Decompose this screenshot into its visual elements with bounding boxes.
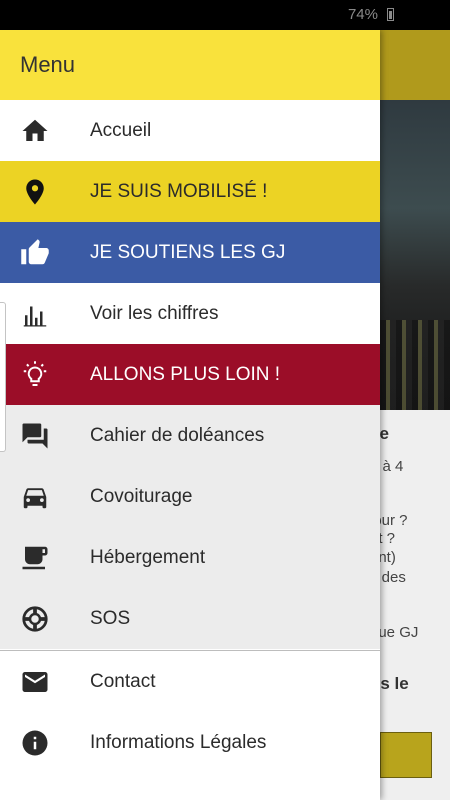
menu-item-cahier-de-doleances[interactable]: Cahier de doléances xyxy=(0,405,380,466)
battery-icon xyxy=(387,8,394,21)
menu-item-covoiturage[interactable]: Covoiturage xyxy=(0,466,380,527)
menu-item-hebergement[interactable]: Hébergement xyxy=(0,527,380,588)
home-icon xyxy=(19,116,51,146)
status-bar: 74% xyxy=(0,0,450,30)
background-text: it des xyxy=(380,569,406,586)
background-button xyxy=(380,732,432,778)
menu-item-label: Accueil xyxy=(90,120,152,141)
drawer-title: Menu xyxy=(20,52,76,77)
background-text: que GJ xyxy=(380,624,419,641)
menu-item-accueil[interactable]: Accueil xyxy=(0,100,380,161)
lifebuoy-icon xyxy=(19,604,51,634)
menu-item-allons-plus-loin[interactable]: ALLONS PLUS LOIN ! xyxy=(0,344,380,405)
menu-item-label: Voir les chiffres xyxy=(90,303,219,324)
background-text: ce xyxy=(380,424,389,443)
menu-item-label: SOS xyxy=(90,608,131,629)
menu-item-label: JE SOUTIENS LES GJ xyxy=(90,242,286,263)
coffee-cup-icon xyxy=(19,543,51,573)
background-text: nt ? xyxy=(380,530,396,547)
menu-item-je-suis-mobilise[interactable]: JE SUIS MOBILISÉ ! xyxy=(0,161,380,222)
menu-item-label: Informations Légales xyxy=(90,732,267,753)
menu-item-label: ALLONS PLUS LOIN ! xyxy=(90,364,281,385)
background-text: e à 4 xyxy=(380,458,404,475)
chat-bubbles-icon xyxy=(19,421,51,451)
menu-item-label: Covoiturage xyxy=(90,486,193,507)
bar-chart-icon xyxy=(19,299,51,329)
mail-icon xyxy=(19,667,51,697)
background-text: jour ? xyxy=(380,512,408,529)
location-pin-icon xyxy=(19,177,51,207)
thumbs-up-icon xyxy=(19,238,51,268)
info-icon xyxy=(19,728,51,758)
drawer-edge-handle[interactable] xyxy=(0,302,6,452)
lightbulb-icon xyxy=(19,360,51,390)
menu-item-label: Cahier de doléances xyxy=(90,425,265,446)
menu-item-label: Hébergement xyxy=(90,547,206,568)
car-icon xyxy=(19,482,51,512)
background-photo xyxy=(380,100,450,410)
background-app-bar xyxy=(380,30,450,100)
menu-item-voir-les-chiffres[interactable]: Voir les chiffres xyxy=(0,283,380,344)
menu-item-informations-legales[interactable]: Informations Légales xyxy=(0,712,380,773)
background-text: ns le xyxy=(380,674,409,693)
menu-item-je-soutiens-les-gj[interactable]: JE SOUTIENS LES GJ xyxy=(0,222,380,283)
navigation-drawer: Menu Accueil JE SUIS MOBILISÉ ! JE SOUTI… xyxy=(0,30,380,800)
menu-item-label: Contact xyxy=(90,671,156,692)
background-app-content: ce e à 4 jour ? nt ? ent) it des que GJ … xyxy=(380,30,450,800)
menu-item-label: JE SUIS MOBILISÉ ! xyxy=(90,181,268,202)
menu-item-sos[interactable]: SOS xyxy=(0,588,380,649)
background-text: ent) xyxy=(380,549,396,566)
battery-percentage: 74% xyxy=(347,6,378,23)
drawer-header: Menu xyxy=(0,30,380,100)
menu-item-contact[interactable]: Contact xyxy=(0,651,380,712)
